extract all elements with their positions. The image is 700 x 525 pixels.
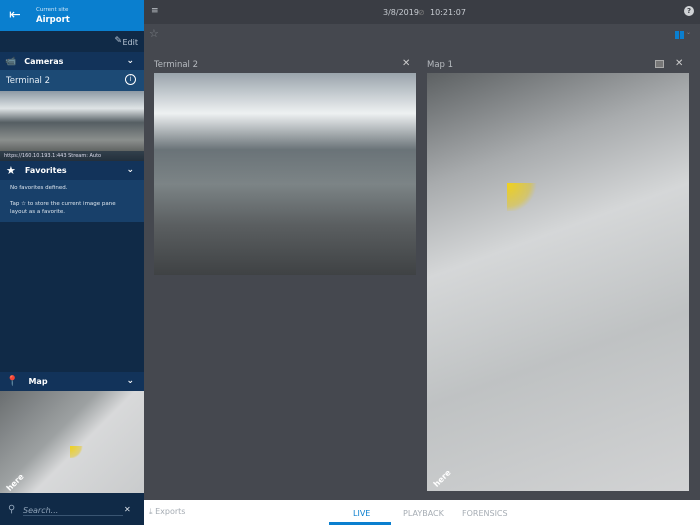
tab-playback[interactable]: PLAYBACK xyxy=(403,509,444,518)
help-icon[interactable]: ? xyxy=(684,6,694,16)
camera-url: https://160.10.193.1:443 Stream: Auto xyxy=(0,151,144,161)
add-favorite-star-icon[interactable]: ☆ xyxy=(149,27,159,40)
chevron-down-icon[interactable]: ⌄ xyxy=(126,165,134,175)
favorites-empty-text: No favorites defined. xyxy=(10,185,68,191)
map-watermark: here xyxy=(431,468,453,489)
chevron-down-icon[interactable]: ⌄ xyxy=(686,29,691,36)
search-bar[interactable]: ⚲ Search... ✕ xyxy=(0,497,144,525)
map-section-header[interactable]: 📍 Map ⌄ xyxy=(0,372,144,391)
clear-icon[interactable]: ✕ xyxy=(124,505,131,514)
time-text: 10:21:07 xyxy=(430,8,466,17)
tip-text: to store the current image pane layout a… xyxy=(10,201,116,215)
info-icon[interactable]: i xyxy=(125,74,136,85)
edit-button[interactable]: ✎ Edit xyxy=(0,31,144,52)
bottom-bar: ⤓ Exports LIVE PLAYBACK FORENSICS xyxy=(144,500,700,525)
clock-icon: ⊘ xyxy=(418,8,425,17)
tip-text: Tap xyxy=(10,201,20,207)
download-icon: ⤓ xyxy=(149,507,153,516)
exports-button[interactable]: ⤓ Exports xyxy=(149,507,185,517)
map-pane-title: Map 1 xyxy=(427,60,454,70)
search-input[interactable]: Search... xyxy=(23,506,123,516)
date-text: 3/8/2019 xyxy=(383,8,419,17)
camera-item-label: Terminal 2 xyxy=(6,75,51,86)
camera-thumbnail[interactable]: https://160.10.193.1:443 Stream: Auto xyxy=(0,91,144,161)
sidebar: ⇤ Current site Airport ✎ Edit 📹 Cameras … xyxy=(0,0,144,525)
site-name: Airport xyxy=(36,15,70,25)
map-thumbnail[interactable]: here xyxy=(0,391,144,493)
star-icon: ★ xyxy=(6,164,16,177)
site-label: Current site xyxy=(36,7,69,13)
close-pane-icon[interactable]: ✕ xyxy=(675,58,683,69)
exports-label: Exports xyxy=(155,507,186,516)
camera-video-view[interactable] xyxy=(154,73,416,275)
fullscreen-icon[interactable] xyxy=(655,60,664,68)
favorites-body: No favorites defined. Tap ☆ to store the… xyxy=(0,180,144,222)
map-pin-icon: 📍 xyxy=(6,376,19,387)
camera-fov-marker[interactable] xyxy=(70,446,84,458)
close-pane-icon[interactable]: ✕ xyxy=(402,58,410,69)
exit-site-icon[interactable]: ⇤ xyxy=(9,7,21,23)
site-selector[interactable]: ⇤ Current site Airport xyxy=(0,0,144,31)
layout-icon[interactable] xyxy=(675,31,684,39)
tab-live[interactable]: LIVE xyxy=(353,509,370,518)
edit-icon: ✎ xyxy=(114,36,122,46)
camera-pane-title: Terminal 2 xyxy=(154,60,199,70)
top-bar: ≡ 3/8/2019 ⊘ 10:21:07 ? xyxy=(144,0,700,24)
star-outline-icon: ☆ xyxy=(21,201,26,207)
tab-forensics[interactable]: FORENSICS xyxy=(462,509,508,518)
toolbar: ☆ ⌄ xyxy=(144,24,700,45)
cameras-section-header[interactable]: 📹 Cameras ⌄ xyxy=(0,52,144,71)
search-icon: ⚲ xyxy=(8,504,16,515)
map-label: Map xyxy=(28,377,48,386)
map-watermark: here xyxy=(4,472,26,493)
camera-icon: 📹 xyxy=(5,56,17,67)
edit-label: Edit xyxy=(122,38,139,47)
favorites-label: Favorites xyxy=(24,166,67,175)
chevron-down-icon[interactable]: ⌄ xyxy=(126,376,134,386)
cameras-label: Cameras xyxy=(24,57,64,66)
favorites-section-header[interactable]: ★ Favorites ⌄ xyxy=(0,161,144,180)
map-view[interactable]: here xyxy=(427,73,689,491)
camera-item-terminal-2[interactable]: Terminal 2 i xyxy=(0,70,144,91)
camera-fov-marker[interactable] xyxy=(507,183,539,211)
chevron-down-icon[interactable]: ⌄ xyxy=(126,56,134,66)
menu-icon[interactable]: ≡ xyxy=(151,6,159,16)
